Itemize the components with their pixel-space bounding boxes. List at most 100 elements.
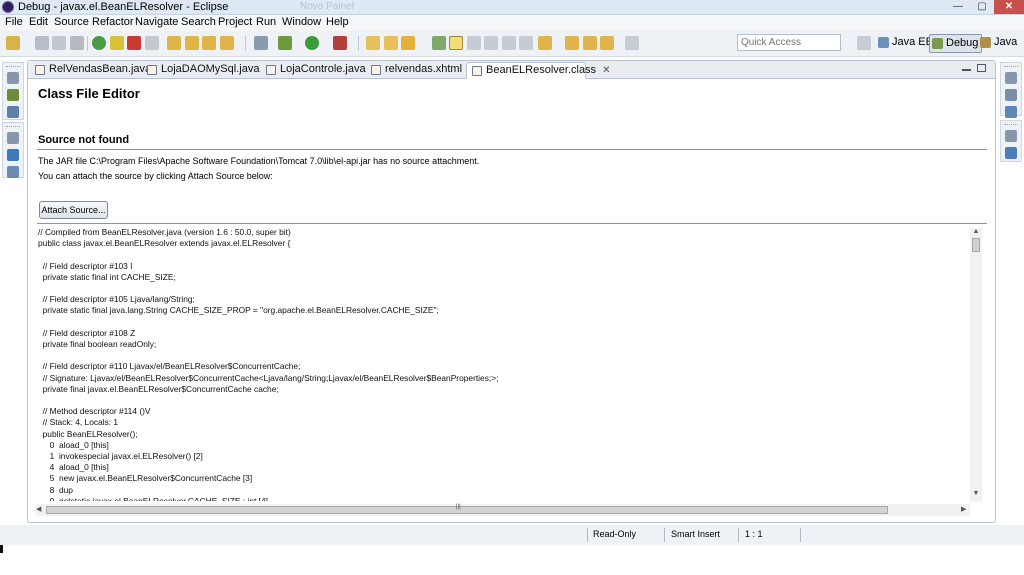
close-window-button[interactable]: ✕ (994, 0, 1024, 14)
maximize-editor-icon[interactable] (977, 64, 986, 72)
annotation-next-icon[interactable] (432, 36, 446, 50)
step-return-icon[interactable] (202, 36, 216, 50)
show-whitespace-icon[interactable] (484, 36, 498, 50)
drop-to-frame-icon[interactable] (220, 36, 234, 50)
perspective-debug[interactable]: Debug (929, 34, 983, 53)
xhtml-file-icon (371, 65, 381, 75)
external-tools-icon[interactable] (333, 36, 347, 50)
breakpoints-view-icon[interactable] (1005, 106, 1017, 118)
resume-icon[interactable] (92, 36, 106, 50)
variables-view-icon[interactable] (1005, 89, 1017, 101)
java-file-icon (266, 65, 276, 75)
window-title: Debug - javax.el.BeanELResolver - Eclips… (18, 1, 229, 13)
perspective-label: Java (994, 36, 1018, 48)
save-all-icon[interactable] (52, 36, 66, 50)
close-icon[interactable]: ✕ (602, 65, 610, 76)
toolbar-separator (87, 36, 88, 51)
new-icon[interactable] (6, 36, 20, 50)
minimize-button[interactable]: — (946, 0, 970, 14)
java-file-icon (35, 65, 45, 75)
scroll-down-icon[interactable]: ▼ (970, 490, 982, 497)
scroll-right-icon[interactable]: ▶ (961, 505, 966, 513)
restore-icon[interactable] (7, 132, 19, 144)
perspective-java[interactable]: Java (978, 34, 1020, 53)
back-icon[interactable] (600, 36, 614, 50)
java-perspective-icon (980, 37, 991, 48)
last-edit-location-icon[interactable] (583, 36, 597, 50)
restore-icon[interactable] (7, 72, 19, 84)
run-icon[interactable] (305, 36, 319, 50)
step-into-icon[interactable] (167, 36, 181, 50)
eclipse-logo-icon (2, 1, 14, 13)
previous-annotation-icon[interactable] (565, 36, 579, 50)
debug-icon[interactable] (278, 36, 292, 50)
servers-view-icon[interactable] (7, 106, 19, 118)
menu-refactor[interactable]: Refactor (92, 16, 134, 28)
right-trim-stack-top (1000, 62, 1022, 118)
tab-lojacontrole[interactable]: LojaControle.java (261, 62, 369, 79)
tasks-view-icon[interactable] (7, 166, 19, 178)
vertical-scrollbar[interactable]: ▲ ▼ (970, 228, 982, 502)
menu-file[interactable]: File (5, 16, 23, 28)
scroll-up-icon[interactable]: ▲ (970, 228, 982, 235)
menu-search[interactable]: Search (181, 16, 216, 28)
scroll-thumb[interactable] (46, 506, 888, 514)
status-separator (800, 528, 801, 542)
tab-lojadaomysql[interactable]: LojaDAOMySql.java (142, 62, 260, 79)
tab-relvendas-xhtml[interactable]: relvendas.xhtml (366, 62, 466, 79)
menu-navigate[interactable]: Navigate (135, 16, 178, 28)
maximize-button[interactable]: ▢ (970, 0, 994, 14)
restore-icon[interactable] (1005, 72, 1017, 84)
status-bar: Read-Only Smart Insert 1 : 1 (0, 525, 1024, 545)
open-type-icon[interactable] (366, 36, 380, 50)
show-source-icon[interactable] (502, 36, 516, 50)
trim-drag-handle[interactable] (1004, 66, 1018, 67)
next-annotation-icon[interactable] (538, 36, 552, 50)
trim-drag-handle[interactable] (6, 126, 20, 127)
menu-run[interactable]: Run (256, 16, 276, 28)
disconnect-icon[interactable] (145, 36, 159, 50)
terminate-icon[interactable] (127, 36, 141, 50)
tab-relvendasbean[interactable]: RelVendasBean.java (30, 62, 151, 79)
search-icon[interactable] (401, 36, 415, 50)
toggle-breadcrumb-icon[interactable] (519, 36, 533, 50)
class-file-icon (472, 66, 482, 76)
open-perspective-icon[interactable] (857, 36, 871, 50)
attach-source-button[interactable]: Attach Source... (39, 201, 108, 219)
menu-bar: File Edit Source Refactor Navigate Searc… (0, 15, 1024, 31)
perspective-java-ee[interactable]: Java EE (876, 34, 936, 53)
step-over-icon[interactable] (185, 36, 199, 50)
suspend-icon[interactable] (110, 36, 124, 50)
outline-view-icon[interactable] (1005, 147, 1017, 159)
status-separator (738, 528, 739, 542)
horizontal-scrollbar[interactable]: ◀ ||| ▶ (36, 504, 970, 516)
skip-breakpoints-icon[interactable] (254, 36, 268, 50)
section-divider (37, 149, 987, 150)
menu-project[interactable]: Project (218, 16, 252, 28)
scroll-thumb[interactable] (972, 238, 980, 252)
tab-beanelresolver-class[interactable]: BeanELResolver.class ✕ (466, 62, 610, 79)
trim-drag-handle[interactable] (6, 66, 20, 67)
menu-source[interactable]: Source (54, 16, 89, 28)
mark-occurrences-icon[interactable] (449, 36, 463, 50)
print-icon[interactable] (70, 36, 84, 50)
forward-icon[interactable] (625, 36, 639, 50)
read-only-status: Read-Only (593, 529, 637, 539)
minimize-editor-icon[interactable] (962, 69, 971, 71)
restore-icon[interactable] (1005, 130, 1017, 142)
save-icon[interactable] (35, 36, 49, 50)
menu-window[interactable]: Window (282, 16, 321, 28)
block-selection-icon[interactable] (467, 36, 481, 50)
tab-label: LojaDAOMySql.java (161, 63, 260, 75)
console-view-icon[interactable] (7, 149, 19, 161)
menu-help[interactable]: Help (326, 16, 349, 28)
trim-drag-handle[interactable] (1004, 124, 1018, 125)
menu-edit[interactable]: Edit (29, 16, 48, 28)
debug-perspective-icon (932, 38, 943, 49)
scroll-left-icon[interactable]: ◀ (36, 505, 41, 513)
bytecode-view[interactable]: // Compiled from BeanELResolver.java (ve… (36, 227, 988, 501)
open-folder-icon[interactable] (384, 36, 398, 50)
quick-access-input[interactable] (737, 34, 841, 51)
debug-view-icon[interactable] (7, 89, 19, 101)
attach-message: You can attach the source by clicking At… (38, 171, 273, 181)
